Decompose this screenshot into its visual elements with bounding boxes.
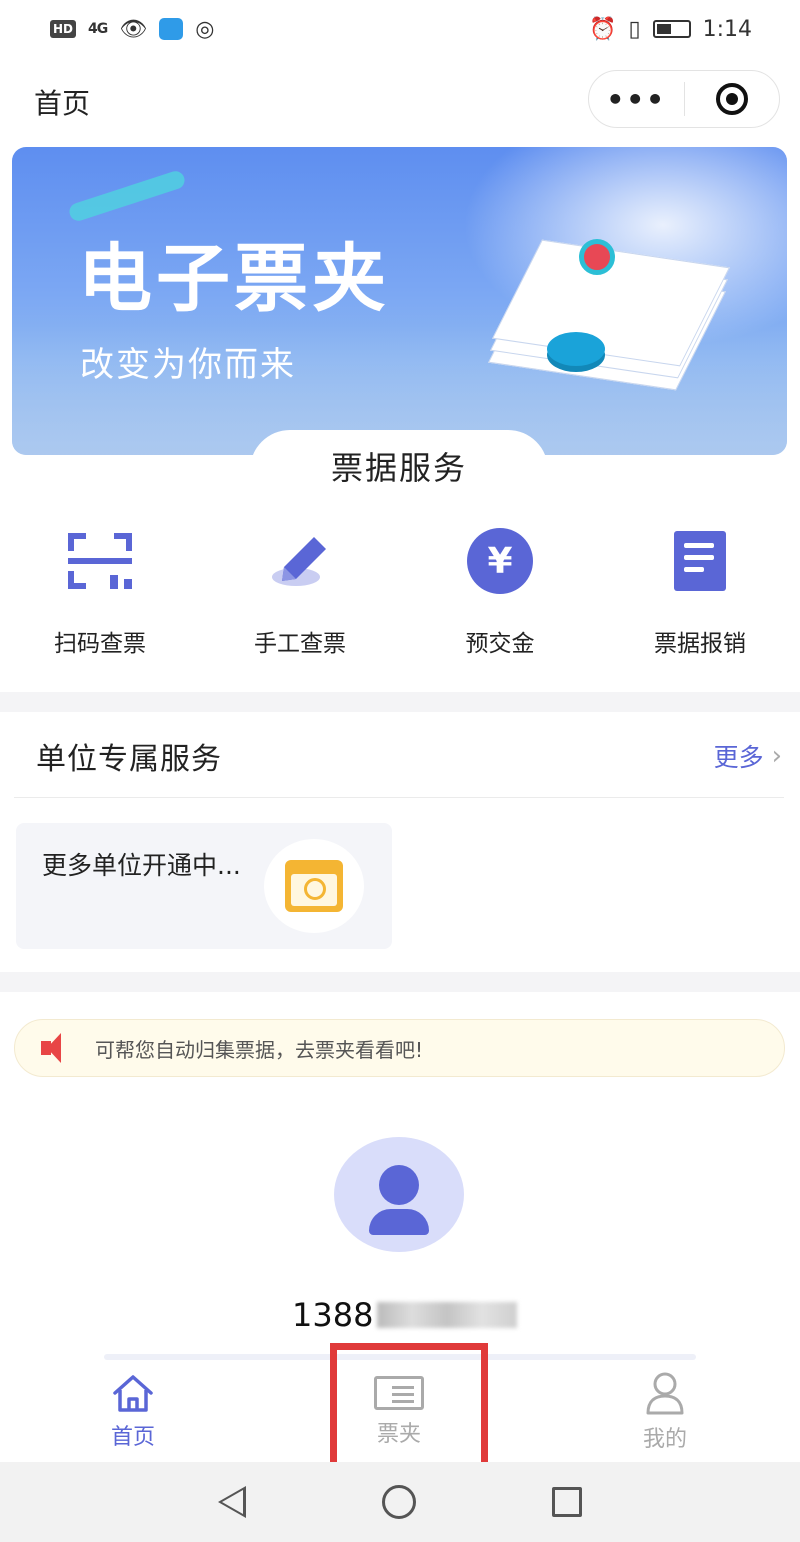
- phone-number: 1388: [292, 1296, 518, 1334]
- app-notification-icon: [159, 18, 184, 40]
- service-label: 票据报销: [654, 631, 746, 657]
- yuan-icon: ¥: [467, 528, 533, 594]
- miniprogram-capsule: •••: [588, 70, 780, 128]
- recent-apps-icon[interactable]: [552, 1487, 582, 1517]
- section-divider: [0, 972, 800, 992]
- pen-icon: [272, 537, 326, 586]
- avatar[interactable]: [334, 1137, 464, 1252]
- service-label: 预交金: [465, 631, 535, 657]
- globe-icon: ◎: [195, 16, 215, 42]
- service-label: 手工查票: [254, 631, 346, 657]
- service-manual[interactable]: 手工查票: [200, 526, 400, 658]
- banner[interactable]: 电子票夹 改变为你而来: [12, 147, 787, 455]
- alarm-icon: ⏰: [589, 16, 617, 42]
- tab-home[interactable]: 首页: [0, 1362, 266, 1462]
- target-icon: [715, 83, 748, 115]
- service-scan[interactable]: 扫码查票: [0, 526, 200, 658]
- calendar-icon-wrap: [264, 839, 364, 933]
- more-menu-button[interactable]: •••: [589, 71, 684, 127]
- hd-icon: HD: [50, 20, 77, 38]
- status-left: HD 4G 👁 ◎: [50, 17, 214, 42]
- notice-bar[interactable]: 可帮您自动归集票据，去票夹看看吧!: [14, 1019, 785, 1077]
- more-link[interactable]: 更多 ›: [714, 738, 782, 774]
- tab-label: 首页: [110, 1425, 155, 1450]
- status-right: ⏰ ▯ 1:14: [589, 17, 752, 42]
- unit-card-text: 更多单位开通中...: [42, 851, 241, 880]
- scan-icon: [68, 533, 132, 589]
- service-reimburse[interactable]: 票据报销: [600, 526, 800, 658]
- signal-icon: 4G: [88, 21, 108, 37]
- battery-icon: [652, 20, 691, 38]
- status-time: 1:14: [702, 16, 752, 42]
- services-grid: 扫码查票 手工查票 ¥ 预交金 票据报销: [0, 496, 800, 692]
- documents-illustration: [488, 239, 730, 391]
- services-title: 票据服务: [330, 449, 467, 487]
- divider: [14, 797, 784, 798]
- user-icon: [646, 1372, 684, 1415]
- unit-card[interactable]: 更多单位开通中...: [16, 823, 392, 949]
- phone-redacted: [377, 1302, 518, 1328]
- more-label: 更多: [713, 743, 764, 772]
- seal-icon: [579, 239, 615, 275]
- system-nav-bar: [0, 1462, 800, 1542]
- banner-title: 电子票夹: [78, 236, 390, 322]
- clock-icon: [304, 878, 326, 900]
- home-icon: [113, 1375, 153, 1412]
- status-bar: HD 4G 👁 ◎ ⏰ ▯ 1:14: [0, 0, 800, 58]
- service-label: 扫码查票: [54, 631, 146, 657]
- section-divider: [0, 692, 800, 712]
- speaker-icon: [41, 1033, 73, 1063]
- calendar-icon: [285, 860, 343, 912]
- services-header: 票据服务: [250, 430, 548, 496]
- banner-decoration: [67, 168, 187, 224]
- nav-bar: 首页 •••: [0, 58, 800, 144]
- service-prepay[interactable]: ¥ 预交金: [400, 526, 600, 658]
- receipt-icon: [674, 531, 726, 591]
- avatar-head: [379, 1165, 419, 1205]
- close-miniprogram-button[interactable]: [684, 71, 779, 127]
- page-title: 首页: [34, 87, 91, 120]
- vibrate-icon: ▯: [628, 16, 641, 42]
- chevron-right-icon: ›: [771, 741, 782, 771]
- home-circle-icon[interactable]: [382, 1485, 416, 1519]
- eye-icon: 👁: [119, 16, 148, 42]
- notice-text: 可帮您自动归集票据，去票夹看看吧!: [95, 1037, 424, 1062]
- avatar-body: [369, 1209, 429, 1235]
- phone-prefix: 1388: [292, 1296, 374, 1334]
- unit-services-title: 单位专属服务: [36, 742, 222, 777]
- unit-services-header: 单位专属服务 更多 ›: [0, 712, 800, 798]
- tab-label: 我的: [642, 1427, 687, 1452]
- banner-subtitle: 改变为你而来: [80, 345, 296, 385]
- coin-icon: [547, 332, 605, 366]
- back-icon[interactable]: [218, 1486, 246, 1518]
- tab-mine[interactable]: 我的: [532, 1362, 798, 1462]
